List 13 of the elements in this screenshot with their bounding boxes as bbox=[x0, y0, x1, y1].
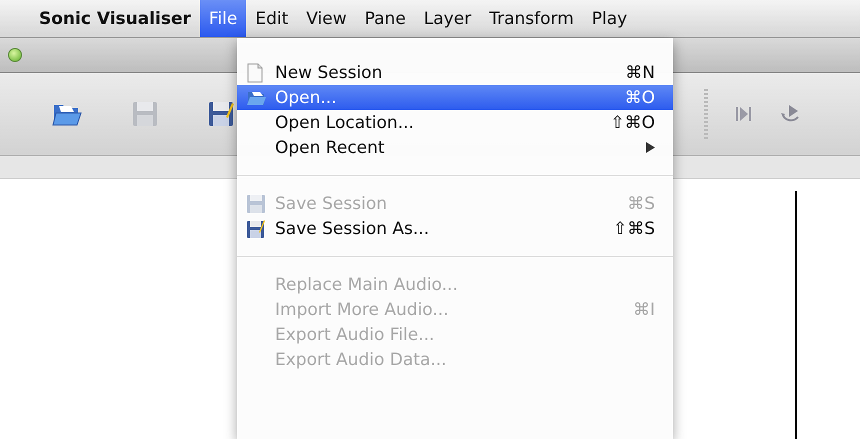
menu-bar-item[interactable]: Pane bbox=[356, 0, 415, 37]
app-menu[interactable]: Sonic Visualiser bbox=[30, 0, 200, 37]
menu-item[interactable]: Open... ⌘O bbox=[237, 85, 673, 110]
menu-bar-item[interactable]: File bbox=[200, 0, 246, 37]
menu-bar-item[interactable]: Edit bbox=[246, 0, 298, 37]
menu-item[interactable]: Open Recent bbox=[237, 135, 673, 160]
menu-item[interactable]: Save Session As... ⇧⌘S bbox=[237, 216, 673, 241]
menu-bar-item[interactable]: View bbox=[297, 0, 356, 37]
menu-bar-item[interactable]: Layer bbox=[414, 0, 480, 37]
menu-item[interactable]: Open Location... ⇧⌘O bbox=[237, 110, 673, 135]
menu-bar-item[interactable]: Play bbox=[582, 0, 636, 37]
menu-bar-item[interactable]: Transform bbox=[480, 0, 583, 37]
menu-item[interactable]: New Session ⌘N bbox=[237, 60, 673, 85]
